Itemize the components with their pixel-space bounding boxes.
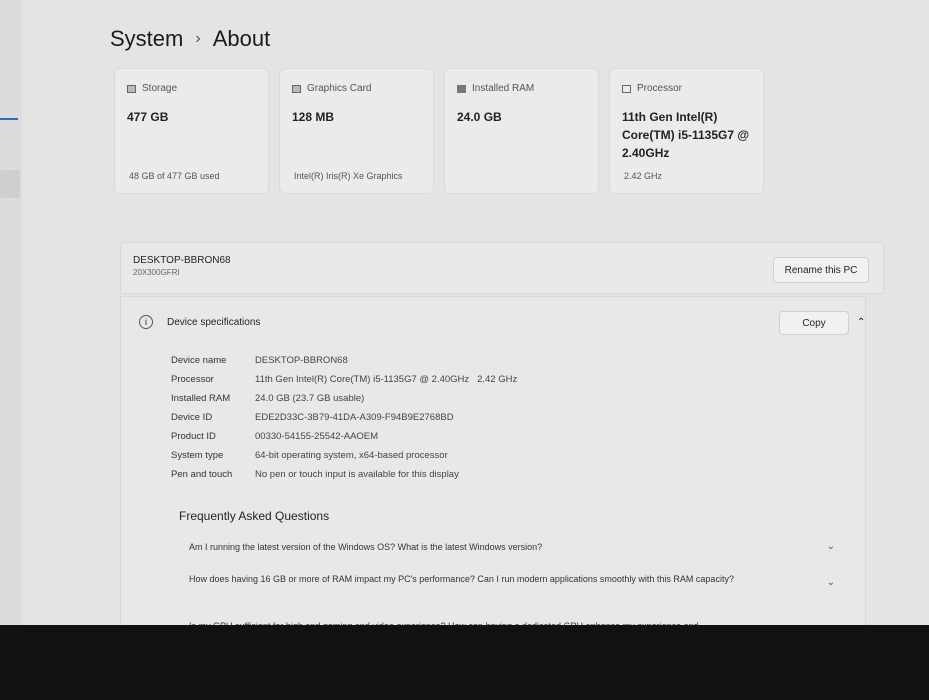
spec-value: DESKTOP-BBRON68 — [255, 355, 348, 366]
faq-item[interactable]: How does having 16 GB or more of RAM imp… — [189, 573, 809, 585]
spec-key: Pen and touch — [171, 469, 233, 480]
ram-icon — [457, 84, 466, 93]
chevron-up-icon[interactable]: ⌃ — [857, 317, 865, 328]
spec-row: System type 64-bit operating system, x64-… — [171, 450, 517, 469]
card-sub: 48 GB of 477 GB used — [129, 171, 220, 181]
sidebar-selection-indicator — [0, 118, 18, 120]
card-value: 11th Gen Intel(R) Core(TM) i5-1135G7 @ 2… — [622, 110, 750, 160]
spec-row: Device ID EDE2D33C-3B79-41DA-A309-F94B9E2… — [171, 412, 517, 431]
pc-name: DESKTOP-BBRON68 — [133, 255, 231, 266]
pc-model: 20X300GFRI — [133, 268, 180, 277]
summary-cards: Storage 477 GB 48 GB of 477 GB used Graphi… — [114, 68, 764, 194]
spec-value: 24.0 GB (23.7 GB usable) — [255, 393, 365, 404]
card-value: 24.0 GB — [457, 110, 502, 124]
chevron-down-icon[interactable]: ⌄ — [827, 541, 835, 552]
faq-title: Frequently Asked Questions — [179, 509, 330, 523]
card-label: Processor — [637, 83, 683, 94]
copy-button[interactable]: Copy — [779, 311, 849, 335]
faq-item[interactable]: Am I running the latest version of the W… — [189, 541, 809, 553]
storage-card[interactable]: Storage 477 GB 48 GB of 477 GB used — [114, 68, 269, 194]
spec-row: Pen and touch No pen or touch input is av… — [171, 469, 517, 488]
storage-icon — [127, 84, 136, 93]
spec-key: Processor — [171, 374, 214, 385]
screen-bezel — [0, 625, 929, 700]
ram-card[interactable]: Installed RAM 24.0 GB — [444, 68, 599, 194]
graphics-card[interactable]: Graphics Card 128 MB Intel(R) Iris(R) Xe G… — [279, 68, 434, 194]
spec-row: Installed RAM 24.0 GB (23.7 GB usable) — [171, 393, 517, 412]
card-sub: 2.42 GHz — [624, 171, 663, 181]
processor-card[interactable]: Processor 11th Gen Intel(R) Core(TM) i5-1… — [609, 68, 764, 194]
rename-pc-button[interactable]: Rename this PC — [773, 257, 869, 283]
spec-key: Product ID — [171, 431, 216, 442]
chevron-right-icon: › — [195, 30, 201, 47]
spec-value: 11th Gen Intel(R) Core(TM) i5-1135G7 @ 2… — [255, 374, 518, 385]
spec-key: Device name — [171, 355, 227, 366]
spec-key: System type — [171, 450, 224, 461]
card-value: 128 MB — [292, 110, 335, 124]
device-specifications-panel: i Device specifications Copy ⌃ Device nam… — [120, 296, 866, 631]
graphics-card-icon — [292, 84, 301, 93]
pc-name-section: DESKTOP-BBRON68 20X300GFRI Rename this P… — [120, 242, 884, 294]
spec-row: Processor 11th Gen Intel(R) Core(TM) i5-1… — [171, 374, 517, 393]
spec-value: 64-bit operating system, x64-based proce… — [255, 450, 448, 461]
chevron-down-icon[interactable]: ⌄ — [827, 577, 835, 588]
specs-header[interactable]: i Device specifications — [139, 315, 260, 329]
card-label: Storage — [142, 83, 178, 94]
spec-key: Installed RAM — [171, 393, 231, 404]
card-sub: Intel(R) Iris(R) Xe Graphics — [294, 171, 403, 181]
spec-key: Device ID — [171, 412, 213, 423]
page-title: About — [212, 26, 271, 51]
processor-icon — [622, 84, 631, 93]
sidebar — [0, 0, 22, 625]
specs-table: Device name DESKTOP-BBRON68 Processor 11th… — [171, 355, 517, 488]
spec-value: EDE2D33C-3B79-41DA-A309-F94B9E2768BD — [255, 412, 454, 423]
breadcrumb-system[interactable]: System — [110, 26, 183, 52]
info-icon: i — [139, 315, 153, 329]
sidebar-item[interactable] — [0, 170, 20, 198]
card-label: Graphics Card — [307, 83, 372, 94]
spec-value: No pen or touch input is available for t… — [255, 469, 459, 480]
spec-value: 00330-54155-25542-AAOEM — [255, 431, 379, 442]
breadcrumb: System › About — [110, 26, 270, 52]
spec-row: Product ID 00330-54155-25542-AAOEM — [171, 431, 517, 450]
card-label: Installed RAM — [472, 83, 535, 94]
card-value: 477 GB — [127, 110, 169, 124]
spec-row: Device name DESKTOP-BBRON68 — [171, 355, 517, 374]
specs-title: Device specifications — [167, 316, 261, 328]
